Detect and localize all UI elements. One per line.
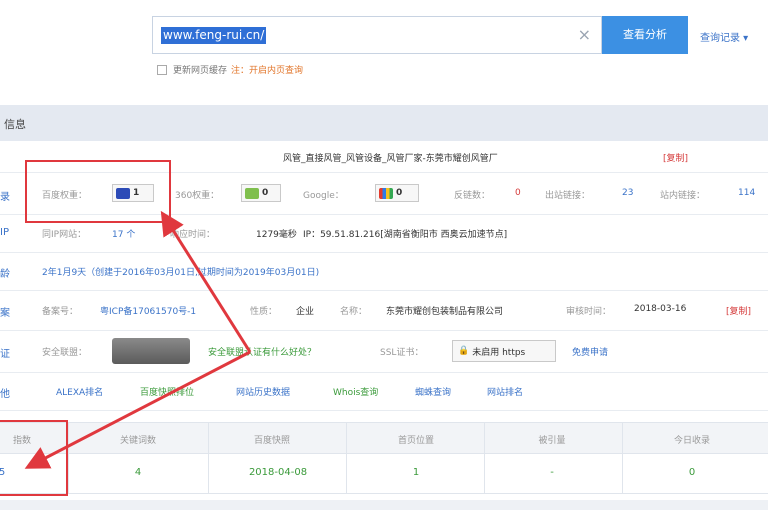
highlight-box-rank <box>0 420 68 496</box>
reverse-link-label: 反链数： <box>454 191 491 201</box>
inbound-value[interactable]: 114 <box>738 188 755 198</box>
s360-icon <box>245 187 259 199</box>
table-header: 首页位置 <box>397 436 434 446</box>
tool-link-snapshot[interactable]: 百度快照排位 <box>140 385 194 398</box>
google-badge[interactable]: 0 <box>375 184 419 202</box>
s360-weight-label: 360权重： <box>175 191 220 201</box>
table-header: 被引量 <box>538 436 566 446</box>
table-header: 今日收录 <box>673 436 710 446</box>
speed-value: 1279毫秒 <box>256 230 297 240</box>
rank-table-header: 指数 关键词数 百度快照 首页位置 被引量 今日收录 <box>0 422 768 454</box>
company-name-label: 名称： <box>340 307 368 317</box>
google-label: Google： <box>303 191 344 201</box>
refresh-label: 更新网页缓存 <box>173 66 228 76</box>
trust-benefits-link[interactable]: 安全联盟认证有什么好处？ <box>208 345 316 358</box>
close-icon[interactable]: × <box>578 25 591 44</box>
table-cell[interactable]: 4 <box>98 467 178 478</box>
query-button[interactable]: 查看分析 <box>602 16 688 54</box>
ip-row-label: IP <box>0 227 9 238</box>
reverse-link-value[interactable]: 0 <box>515 188 521 198</box>
google-icon <box>379 187 393 199</box>
refresh-note[interactable]: 注：开启内页查询 <box>231 63 303 76</box>
record-label: 备案号： <box>42 307 79 317</box>
tools-row-label: 他 <box>0 389 10 400</box>
inbound-label: 站内链接： <box>660 191 706 201</box>
section-header: 信息 <box>0 105 768 141</box>
table-divider <box>346 422 347 494</box>
nature-label: 性质： <box>250 307 278 317</box>
table-cell[interactable]: 2018-04-08 <box>238 467 318 478</box>
tools-row: 他 ALEXA排名 百度快照排位 网站历史数据 Whois查询 蜘蛛查询 网站排… <box>0 373 768 411</box>
icp-row: 案 备案号： 粤ICP备17061570号-1 性质： 企业 名称： 东莞市耀创… <box>0 291 768 331</box>
ssl-status: 未启用 https <box>472 347 526 358</box>
refresh-cache-option: 更新网页缓存 注：开启内页查询 <box>157 63 303 76</box>
ssl-label: SSL证书： <box>380 348 424 358</box>
history-link[interactable]: 查询记录 ▾ <box>700 29 748 44</box>
table-divider <box>622 422 623 494</box>
domain-age-row-label: 龄 <box>0 269 10 280</box>
s360-weight-badge[interactable]: 0 <box>241 184 281 202</box>
table-header: 关键词数 <box>119 436 156 446</box>
security-seal-icon <box>112 338 190 364</box>
review-date-label: 审核时间： <box>566 307 612 317</box>
company-name-value: 东莞市耀创包装制品有限公司 <box>386 307 504 317</box>
icp-row-label: 案 <box>0 308 10 319</box>
same-ip-label: 同IP网站： <box>42 230 87 240</box>
table-cell: 1 <box>412 467 420 478</box>
same-ip-value[interactable]: 17 个 <box>112 227 135 240</box>
security-row-label: 证 <box>0 349 10 360</box>
nature-value: 企业 <box>296 307 315 317</box>
weights-row-label: 录 <box>0 192 10 203</box>
section-title: 信息 <box>4 118 26 131</box>
table-header: 百度快照 <box>253 436 290 446</box>
tool-link-whois[interactable]: Whois查询 <box>333 385 378 398</box>
tool-link-spider[interactable]: 蜘蛛查询 <box>415 385 451 398</box>
table-divider <box>484 422 485 494</box>
security-row: 证 安全联盟： 安全联盟认证有什么好处？ SSL证书： 🔒 未启用 https … <box>0 331 768 373</box>
ssl-badge: 🔒 未启用 https <box>452 340 556 362</box>
icp-copy[interactable]: [复制] <box>726 304 751 317</box>
refresh-checkbox[interactable] <box>157 64 167 75</box>
table-cell: 0 <box>688 467 696 478</box>
site-title-copy[interactable]: [复制] <box>663 151 688 164</box>
table-divider <box>68 422 69 494</box>
lock-icon: 🔒 <box>458 346 470 356</box>
outbound-label: 出站链接： <box>545 191 591 201</box>
table-divider <box>208 422 209 494</box>
domain-age-row: 龄 2年1月9天（创建于2016年03月01日,过期时间为2019年03月01日… <box>0 253 768 291</box>
search-value: www.feng-rui.cn/ <box>161 27 267 44</box>
review-date-value: 2018-03-16 <box>634 304 687 314</box>
s360-weight-value: 0 <box>262 188 269 198</box>
free-apply-link[interactable]: 免费申请 <box>572 345 608 358</box>
site-title: 风管_直接风管_风管设备_风管厂家-东莞市耀创风管厂 <box>283 154 498 164</box>
table-row: 5 4 2018-04-08 1 - 0 <box>0 454 768 494</box>
speed-label: 响应时间： <box>170 230 216 240</box>
domain-age-text: 2年1月9天（创建于2016年03月01日,过期时间为2019年03月01日) <box>42 268 320 278</box>
bottom-strip <box>0 500 768 510</box>
outbound-value[interactable]: 23 <box>622 188 633 198</box>
ip-address[interactable]: IP：59.51.81.216[湖南省衡阳市 西奥云加速节点] <box>303 227 507 240</box>
table-cell: - <box>550 467 554 478</box>
highlight-box-weight <box>25 160 171 223</box>
tool-link-history[interactable]: 网站历史数据 <box>236 385 290 398</box>
record-value[interactable]: 粤ICP备17061570号-1 <box>100 304 196 317</box>
google-value: 0 <box>396 188 403 198</box>
safe-alliance-label: 安全联盟： <box>42 348 88 358</box>
tool-link-rank[interactable]: 网站排名 <box>487 385 523 398</box>
search-input[interactable]: www.feng-rui.cn/ × <box>152 16 602 54</box>
tool-link-alexa[interactable]: ALEXA排名 <box>56 385 103 398</box>
